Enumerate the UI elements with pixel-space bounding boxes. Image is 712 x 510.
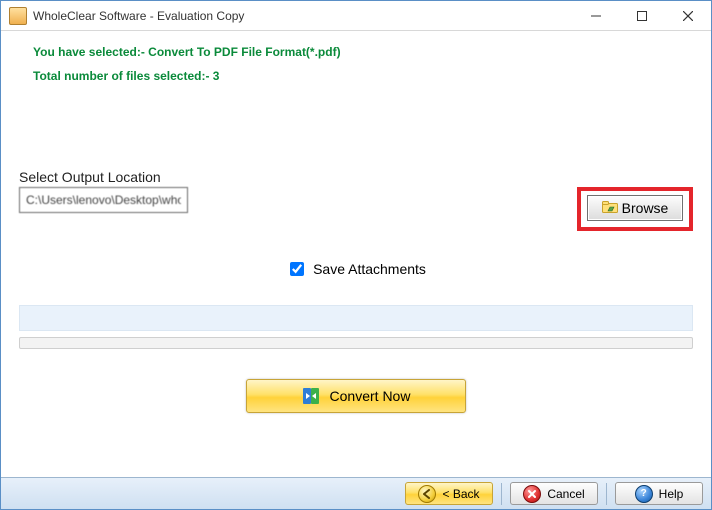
output-path-input[interactable] — [19, 187, 188, 213]
browse-highlight: Browse — [577, 187, 693, 231]
footer-separator — [501, 483, 502, 505]
save-attachments-checkbox[interactable] — [290, 262, 304, 276]
close-icon — [683, 11, 693, 21]
status-panel — [19, 305, 693, 331]
save-attachments-label-wrap[interactable]: Save Attachments — [286, 259, 426, 279]
app-window: WholeClear Software - Evaluation Copy Yo… — [0, 0, 712, 510]
help-icon: ? — [635, 485, 653, 503]
app-icon — [9, 7, 27, 25]
browse-button[interactable]: Browse — [587, 195, 683, 221]
cancel-button[interactable]: Cancel — [510, 482, 598, 505]
titlebar: WholeClear Software - Evaluation Copy — [1, 1, 711, 31]
convert-icon — [302, 387, 320, 405]
convert-now-label: Convert Now — [330, 388, 411, 404]
maximize-icon — [637, 11, 647, 21]
window-title: WholeClear Software - Evaluation Copy — [33, 9, 244, 23]
back-button-label: < Back — [442, 487, 479, 501]
selected-format-text: You have selected:- Convert To PDF File … — [33, 45, 693, 59]
cancel-icon — [523, 485, 541, 503]
output-path-row: Browse — [19, 187, 693, 231]
convert-now-button[interactable]: Convert Now — [246, 379, 466, 413]
minimize-button[interactable] — [573, 1, 619, 31]
footer-bar: < Back Cancel ? Help — [1, 477, 711, 509]
folder-icon — [602, 200, 618, 217]
maximize-button[interactable] — [619, 1, 665, 31]
progress-bar — [19, 337, 693, 349]
back-arrow-icon — [418, 485, 436, 503]
minimize-icon — [591, 11, 601, 21]
convert-row: Convert Now — [19, 379, 693, 413]
save-attachments-row: Save Attachments — [19, 259, 693, 279]
content-area: You have selected:- Convert To PDF File … — [1, 31, 711, 477]
file-count-text: Total number of files selected:- 3 — [33, 69, 693, 83]
back-button[interactable]: < Back — [405, 482, 493, 505]
cancel-button-label: Cancel — [547, 487, 584, 501]
close-button[interactable] — [665, 1, 711, 31]
browse-button-label: Browse — [622, 200, 669, 216]
help-button-label: Help — [659, 487, 684, 501]
footer-separator — [606, 483, 607, 505]
save-attachments-label: Save Attachments — [313, 261, 426, 277]
output-location-label: Select Output Location — [19, 169, 693, 185]
help-button[interactable]: ? Help — [615, 482, 703, 505]
